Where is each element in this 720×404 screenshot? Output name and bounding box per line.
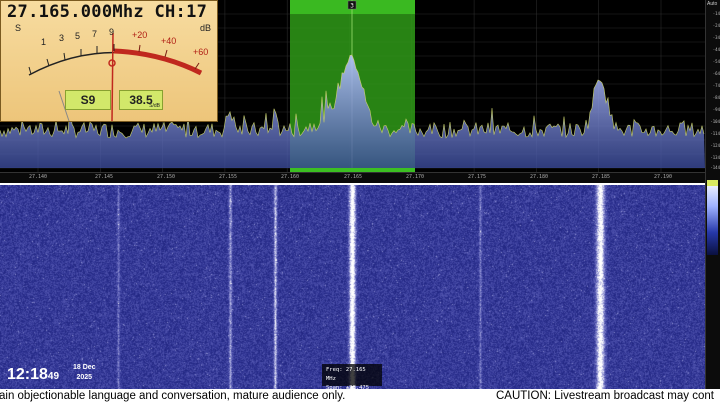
- level-label: -14: [712, 11, 720, 16]
- s-scale-label: 5: [75, 31, 81, 41]
- level-label: -34: [712, 35, 720, 40]
- level-label: -64: [712, 71, 720, 76]
- clock-seconds: 49: [47, 371, 60, 382]
- s-reading: S9: [80, 93, 96, 107]
- waterfall-color-scale[interactable]: [706, 180, 719, 255]
- ticker-text-right: CAUTION: Livestream broadcast may cont: [496, 390, 714, 402]
- clock-time: 12:18: [7, 366, 48, 383]
- waterfall-display[interactable]: [0, 185, 705, 389]
- db-reading-unit: S/dB: [149, 103, 160, 109]
- ticker-text-left: ain objectionable language and conversat…: [0, 390, 346, 402]
- freq-tick: 27.150: [156, 174, 176, 180]
- date-display: 18 Dec 2025: [73, 363, 96, 383]
- level-label: -134: [710, 155, 720, 160]
- db-scale-label: +40: [161, 36, 177, 46]
- level-label: -94: [712, 107, 720, 112]
- meter-needle: [111, 32, 114, 122]
- level-label: -84: [712, 95, 720, 100]
- freq-tick: 27.185: [591, 174, 611, 180]
- level-label: -124: [710, 143, 720, 148]
- level-label: -24: [712, 23, 720, 28]
- db-scale-label: +60: [193, 47, 209, 57]
- auto-toggle[interactable]: Auto: [707, 1, 717, 7]
- news-ticker: ain objectionable language and conversat…: [0, 389, 720, 404]
- level-label: -144: [710, 165, 720, 170]
- s-scale-label: 3: [59, 33, 65, 43]
- freq-tick: 27.170: [405, 174, 425, 180]
- clock: 12:1849: [7, 366, 59, 384]
- s-reading-box: S9: [65, 90, 111, 110]
- level-label: -114: [710, 131, 720, 136]
- db-reading-box: 38.5 S/dB: [119, 90, 163, 110]
- freq-tick: 27.155: [218, 174, 238, 180]
- s-scale-label: 9: [109, 27, 115, 37]
- level-label: -104: [710, 119, 720, 124]
- cursor-info-box: Freq: 27.165 MHz Span: ±28.475 kHz: [322, 364, 382, 400]
- level-label: -74: [712, 83, 720, 88]
- level-label: -54: [712, 59, 720, 64]
- freq-tick: 27.160: [280, 174, 300, 180]
- freq-tick: 27.165: [343, 174, 363, 180]
- s-scale-label: 7: [92, 29, 98, 39]
- cursor-freq: Freq: 27.165 MHz: [326, 367, 366, 382]
- freq-tick: 27.145: [94, 174, 114, 180]
- db-unit-label: dB: [200, 23, 212, 33]
- frequency-readout: 27.165.000Mhz CH:17: [7, 2, 208, 22]
- s-scale-label: 1: [41, 37, 47, 47]
- freq-tick: 27.175: [467, 174, 487, 180]
- level-label: -44: [712, 47, 720, 52]
- freq-tick: 27.180: [529, 174, 549, 180]
- freq-tick: 27.140: [28, 174, 48, 180]
- s-unit-label: S: [15, 23, 22, 33]
- s-meter-panel: 27.165.000Mhz CH:17 S dB 1 3 5 7 9 +20 +…: [0, 0, 218, 122]
- freq-tick: 27.190: [653, 174, 673, 180]
- date-year: 2025: [76, 374, 93, 381]
- date-day-month: 18 Dec: [73, 364, 96, 371]
- marker-label: 3: [350, 3, 354, 10]
- db-scale-label: +20: [132, 30, 148, 40]
